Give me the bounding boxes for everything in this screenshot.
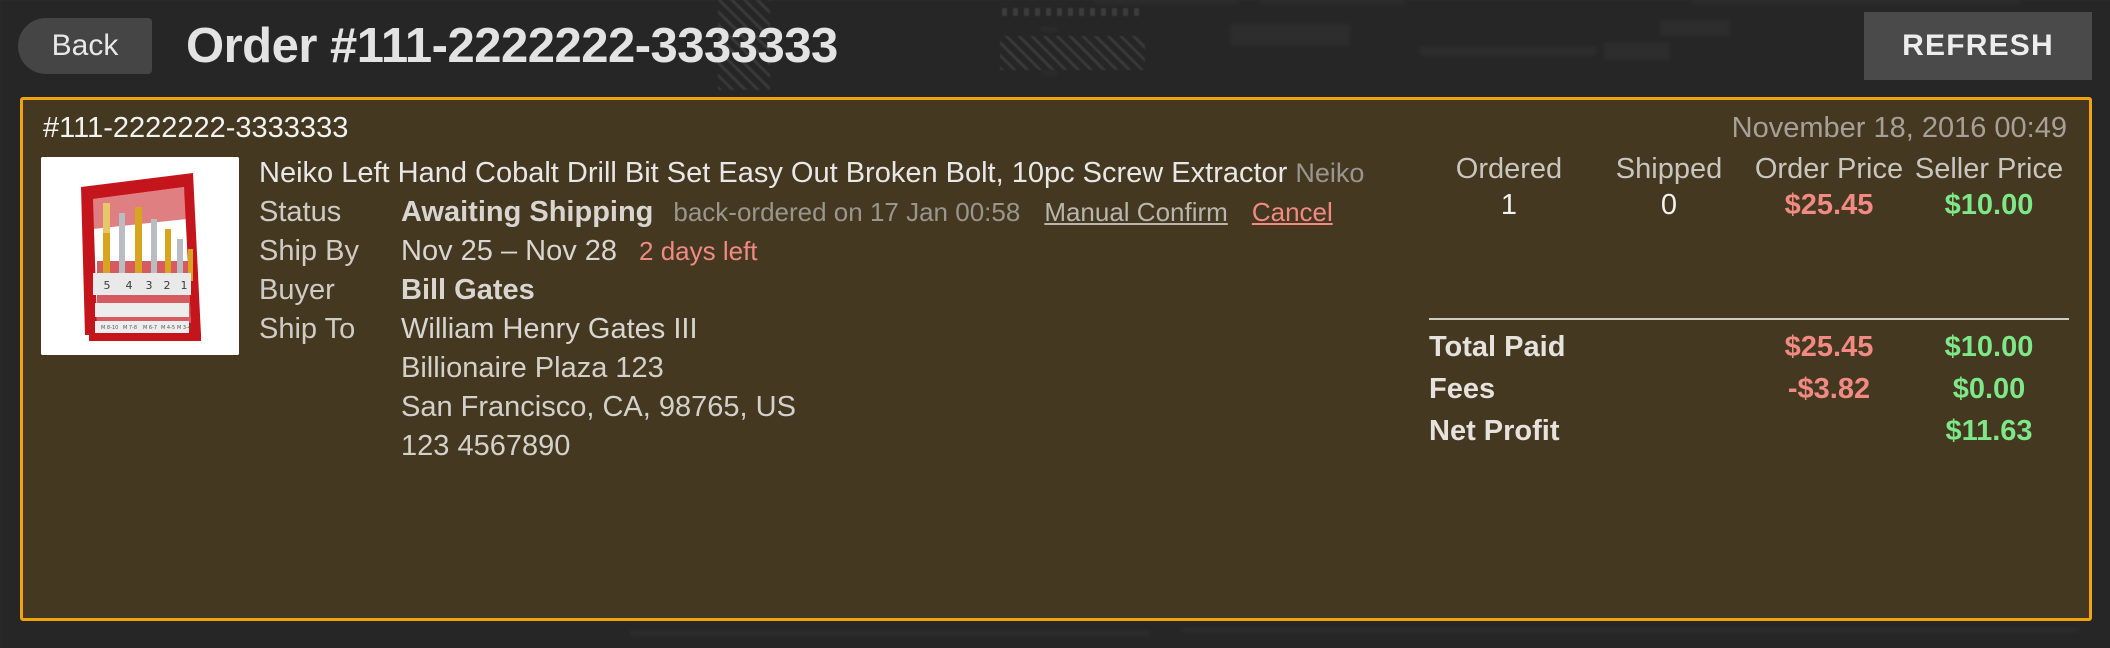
order-details: Neiko Left Hand Cobalt Drill Bit Set Eas… (239, 153, 1429, 466)
price-table-headers: Ordered Shipped Order Price Seller Price (1429, 153, 2069, 189)
ship-to-row: Ship To William Henry Gates III (259, 310, 1429, 349)
background-decoration (630, 630, 1150, 636)
price-panel: Ordered Shipped Order Price Seller Price… (1429, 153, 2089, 466)
refresh-button[interactable]: REFRESH (1864, 12, 2092, 80)
svg-text:1: 1 (181, 279, 188, 292)
top-bar: Back Order #111-2222222-3333333 (0, 0, 2110, 92)
totals-section: Total Paid $25.45 $10.00 Fees -$3.82 $0.… (1429, 318, 2069, 452)
ship-to-name: William Henry Gates III (401, 313, 698, 345)
svg-text:M 4-5: M 4-5 (161, 325, 175, 331)
ship-to-address-line: Billionaire Plaza 123 (401, 352, 664, 384)
total-paid-seller: $10.00 (1944, 331, 2034, 363)
status-label: Status (259, 196, 342, 228)
order-card-body: 5 4 3 2 1 M 8-10 M 7-8 M 6-7 M 4-5 M 3-4… (23, 145, 2089, 466)
total-row: Fees -$3.82 $0.00 (1429, 368, 2069, 410)
col-header-ordered: Ordered (1455, 153, 1563, 185)
value-shipped: 0 (1660, 189, 1678, 221)
buyer-label: Buyer (259, 274, 335, 306)
total-paid-order: $25.45 (1784, 331, 1874, 363)
svg-text:M 3-4: M 3-4 (177, 325, 191, 331)
svg-text:M 7-8: M 7-8 (123, 325, 137, 331)
svg-text:M 6-7: M 6-7 (143, 325, 157, 331)
order-card-header: #111-2222222-3333333 November 18, 2016 0… (23, 100, 2089, 145)
price-table: Ordered Shipped Order Price Seller Price… (1429, 153, 2069, 222)
buyer-row: Buyer Bill Gates (259, 271, 1429, 310)
status-value: Awaiting Shipping (401, 196, 654, 228)
product-brand: Neiko (1295, 158, 1365, 188)
col-header-seller-price: Seller Price (1914, 153, 2064, 185)
order-date: November 18, 2016 00:49 (1731, 112, 2067, 144)
svg-text:M 8-10: M 8-10 (101, 325, 118, 331)
col-header-shipped: Shipped (1615, 153, 1723, 185)
page-title: Order #111-2222222-3333333 (186, 19, 838, 73)
svg-text:5: 5 (104, 279, 111, 292)
svg-text:4: 4 (126, 279, 133, 292)
value-seller-price: $10.00 (1944, 189, 2034, 221)
value-ordered: 1 (1500, 189, 1518, 221)
drill-bit-set-image: 5 4 3 2 1 M 8-10 M 7-8 M 6-7 M 4-5 M 3-4 (41, 157, 239, 355)
net-profit-label: Net Profit (1429, 415, 1560, 447)
total-row: Net Profit $11.63 (1429, 410, 2069, 452)
totals-divider (1429, 318, 2069, 320)
cancel-link[interactable]: Cancel (1252, 193, 1333, 232)
svg-text:3: 3 (146, 279, 153, 292)
product-thumbnail[interactable]: 5 4 3 2 1 M 8-10 M 7-8 M 6-7 M 4-5 M 3-4 (41, 157, 239, 355)
fees-order: -$3.82 (1787, 373, 1871, 405)
fees-seller: $0.00 (1952, 373, 2026, 405)
price-table-values: 1 0 $25.45 $10.00 (1429, 189, 2069, 222)
product-title[interactable]: Neiko Left Hand Cobalt Drill Bit Set Eas… (259, 157, 1287, 189)
app-screen: Back Order #111-2222222-3333333 REFRESH … (0, 0, 2110, 648)
buyer-value: Bill Gates (401, 274, 535, 306)
ship-by-label: Ship By (259, 235, 359, 267)
order-id: #111-2222222-3333333 (43, 112, 349, 144)
ship-by-value: Nov 25 – Nov 28 (401, 235, 618, 267)
ship-by-row: Ship By Nov 25 – Nov 28 2 days left (259, 232, 1429, 271)
value-order-price: $25.45 (1784, 189, 1874, 221)
status-note: back-ordered on 17 Jan 00:58 (673, 197, 1021, 227)
col-header-order-price: Order Price (1754, 153, 1904, 185)
ship-by-warning: 2 days left (639, 236, 758, 266)
ship-to-address-line: San Francisco, CA, 98765, US (401, 391, 796, 423)
net-profit-seller: $11.63 (1945, 415, 2033, 447)
ship-to-label: Ship To (259, 313, 356, 345)
svg-text:2: 2 (164, 279, 171, 292)
background-decoration (1180, 628, 2080, 632)
manual-confirm-link[interactable]: Manual Confirm (1044, 193, 1228, 232)
back-button[interactable]: Back (18, 18, 152, 74)
order-card: #111-2222222-3333333 November 18, 2016 0… (20, 97, 2092, 621)
ship-to-phone: 123 4567890 (401, 430, 571, 462)
total-row: Total Paid $25.45 $10.00 (1429, 326, 2069, 368)
fees-label: Fees (1429, 373, 1496, 405)
total-paid-label: Total Paid (1429, 331, 1566, 363)
product-title-row: Neiko Left Hand Cobalt Drill Bit Set Eas… (259, 153, 1429, 193)
status-row: Status Awaiting Shipping back-ordered on… (259, 193, 1429, 232)
